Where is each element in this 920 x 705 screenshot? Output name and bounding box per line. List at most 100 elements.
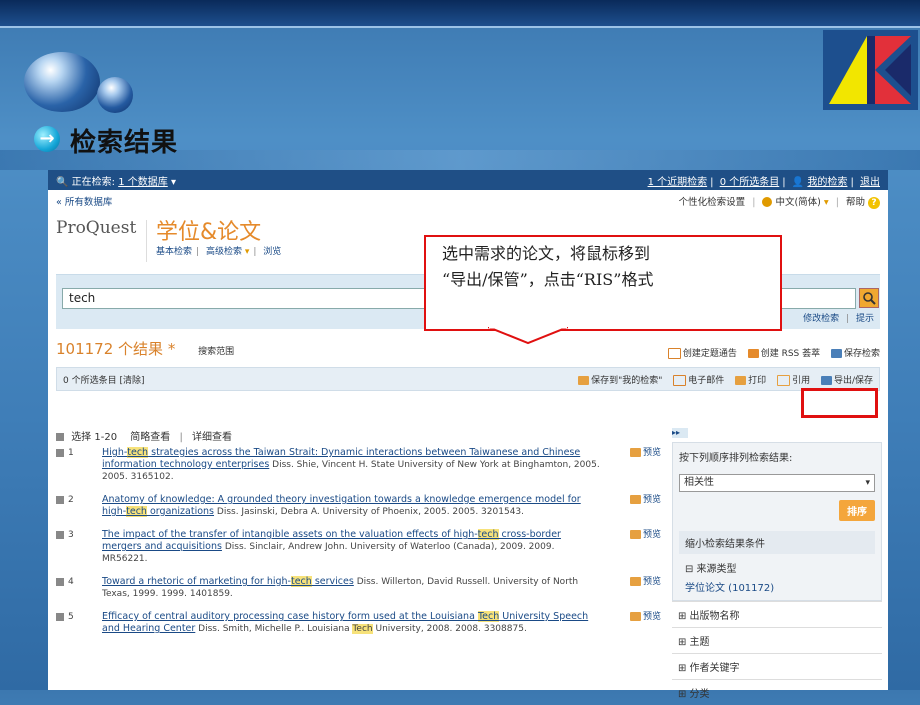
brief-view-link[interactable]: 简略查看	[130, 432, 170, 443]
facet-subject[interactable]: ⊞ 主题	[672, 627, 882, 653]
preview-icon	[629, 612, 641, 621]
browse-link[interactable]: 浏览	[263, 247, 281, 257]
item-meta: Diss. Smith, Michelle P.. Louisiana	[198, 624, 353, 634]
create-rss-button[interactable]: 创建 RSS 荟萃	[747, 349, 820, 359]
right-sidebar: ▸▸ 按下列顺序排列检索结果: 相关性 排序 缩小检索结果条件 ⊟ 来源类型 学…	[672, 428, 882, 705]
arrow-right-icon: →	[34, 126, 60, 152]
decor-orb-small	[97, 77, 133, 113]
nav-my-research[interactable]: 我的检索	[807, 177, 847, 188]
search-scope-link[interactable]: 搜索范围	[198, 347, 234, 357]
nav-recent-searches[interactable]: 1 个近期检索	[648, 177, 708, 188]
disk-icon	[820, 375, 832, 385]
save-search-button[interactable]: 保存检索	[830, 349, 880, 359]
select-range: 选择 1-20	[71, 432, 118, 443]
chevron-down-icon[interactable]: ▾	[245, 247, 250, 257]
selection-bar: 0 个所选条目 [清除] 保存到"我的检索" 电子邮件 打印 引用 导出/保存	[56, 367, 880, 391]
help-link[interactable]: 帮助	[846, 197, 865, 208]
slide-title: → 检索结果	[34, 122, 634, 158]
item-meta: Diss. Jasinski, Debra A. University of P…	[216, 507, 525, 517]
search-tips-link[interactable]: 提示	[856, 314, 874, 324]
save-to-mine-button[interactable]: 保存到"我的检索"	[578, 375, 662, 386]
cite-button[interactable]: 引用	[777, 374, 810, 386]
nav-logout[interactable]: 退出	[860, 177, 880, 188]
facet-classification[interactable]: ⊞ 分类	[672, 679, 882, 705]
top-nav: 🔍 正在检索: 1 个数据库 ▾ 1 个近期检索 | 0 个所选条目 | 👤 我的检…	[48, 170, 888, 190]
print-button[interactable]: 打印	[735, 375, 766, 386]
title-part: The impact of the transfer of intangible…	[102, 529, 478, 540]
item-number: 4	[68, 577, 74, 587]
title-highlight: Tech	[477, 611, 500, 622]
basic-search-link[interactable]: 基本检索	[156, 247, 192, 257]
preview-link[interactable]: 预览	[629, 611, 661, 623]
create-alert-button[interactable]: 创建定题通告	[667, 348, 737, 359]
search-modify-links: 修改检索 | 提示	[803, 314, 874, 324]
list-item: 4 Toward a rhetoric of marketing for hig…	[56, 576, 661, 600]
globe-icon	[762, 197, 773, 207]
preview-link[interactable]: 预览	[629, 529, 661, 541]
item-checkbox[interactable]	[56, 495, 64, 504]
nav-db-link[interactable]: 1 个数据库	[118, 177, 168, 188]
item-checkbox[interactable]	[56, 530, 64, 539]
results-list: 选择 1-20 简略查看 | 详细查看 1 High-tech strategi…	[56, 428, 661, 646]
item-number: 3	[68, 530, 74, 540]
item-checkbox[interactable]	[56, 612, 64, 621]
corner-logo	[823, 30, 918, 110]
advanced-search-link[interactable]: 高级检索	[206, 247, 242, 257]
nav-selected-items[interactable]: 0 个所选条目	[720, 177, 780, 188]
facet-author-keyword[interactable]: ⊞ 作者关键字	[672, 653, 882, 679]
title-highlight: tech	[290, 576, 312, 587]
sub-header: « 所有数据库 个性化检索设置 | 中文(简体) ▾ | 帮助 ?	[48, 190, 888, 212]
results-header: 101172 个结果 * 搜索范围 创建定题通告 创建 RSS 荟萃 保存检索	[48, 329, 888, 359]
sort-panel: 按下列顺序排列检索结果: 相关性 排序 缩小检索结果条件 ⊟ 来源类型 学位论文…	[672, 442, 882, 601]
chevron-down-icon[interactable]: ▾	[824, 197, 829, 208]
modify-search-link[interactable]: 修改检索	[803, 314, 839, 324]
language-select[interactable]: 中文(简体)	[775, 197, 820, 208]
title-part: Toward a rhetoric of marketing for high-	[102, 576, 291, 587]
narrow-title: 缩小检索结果条件	[679, 531, 875, 554]
facet-source-label[interactable]: ⊟ 来源类型	[685, 560, 869, 575]
slide-title-text: 检索结果	[70, 128, 179, 158]
sort-button[interactable]: 排序	[839, 500, 875, 521]
all-databases-link[interactable]: « 所有数据库	[56, 194, 112, 208]
preferences-link[interactable]: 个性化检索设置	[679, 197, 746, 208]
preview-link[interactable]: 预览	[629, 494, 661, 506]
title-highlight: tech	[127, 447, 149, 458]
disk-icon	[830, 349, 842, 358]
sidebar-toggle[interactable]: ▸▸	[672, 428, 688, 438]
sort-select[interactable]: 相关性	[679, 474, 875, 492]
email-button[interactable]: 电子邮件	[673, 374, 724, 386]
detail-view-link[interactable]: 详细查看	[192, 432, 232, 443]
facet-publication[interactable]: ⊞ 出版物名称	[672, 601, 882, 627]
item-checkbox[interactable]	[56, 448, 64, 457]
item-meta: University, 2008. 2008. 3308875.	[372, 624, 527, 634]
title-part: organizations	[146, 506, 215, 517]
help-icon[interactable]: ?	[868, 196, 880, 209]
chevron-down-icon[interactable]: ▾	[171, 177, 176, 188]
select-all-checkbox[interactable]	[56, 433, 64, 441]
sort-title: 按下列顺序排列检索结果:	[679, 453, 793, 464]
nav-searching-label: 正在检索:	[71, 176, 116, 188]
instruction-callout: 选中需求的论文，将鼠标移到 “导出/保管”，点击“RIS”格式	[424, 235, 782, 331]
facet-source-value[interactable]: 学位论文 (101172)	[685, 579, 869, 594]
rss-icon	[747, 349, 759, 358]
callout-line-2: “导出/保管”，点击“RIS”格式	[442, 270, 654, 289]
results-asterisk: *	[167, 340, 176, 358]
item-checkbox[interactable]	[56, 577, 64, 586]
proquest-logo[interactable]: ProQuest	[56, 218, 136, 238]
item-number: 5	[68, 612, 74, 622]
list-item: 5 Efficacy of central auditory processin…	[56, 611, 661, 635]
search-icon: 🔍	[56, 176, 69, 188]
list-item: 3 The impact of the transfer of intangib…	[56, 529, 661, 565]
preview-icon	[629, 448, 641, 457]
selected-items-text[interactable]: 0 个所选条目 [清除]	[63, 373, 144, 386]
preview-link[interactable]: 预览	[629, 447, 661, 459]
preview-link[interactable]: 预览	[629, 576, 661, 588]
magnifier-icon	[863, 292, 876, 305]
slide-top-strip	[0, 0, 920, 26]
user-icon: 👤	[791, 176, 805, 188]
mail-icon	[673, 374, 687, 386]
item-title-link[interactable]: Toward a rhetoric of marketing for high-…	[102, 576, 354, 587]
search-go-button[interactable]	[859, 288, 879, 308]
export-save-button[interactable]: 导出/保存	[820, 375, 873, 386]
list-item: 2 Anatomy of knowledge: A grounded theor…	[56, 494, 661, 518]
